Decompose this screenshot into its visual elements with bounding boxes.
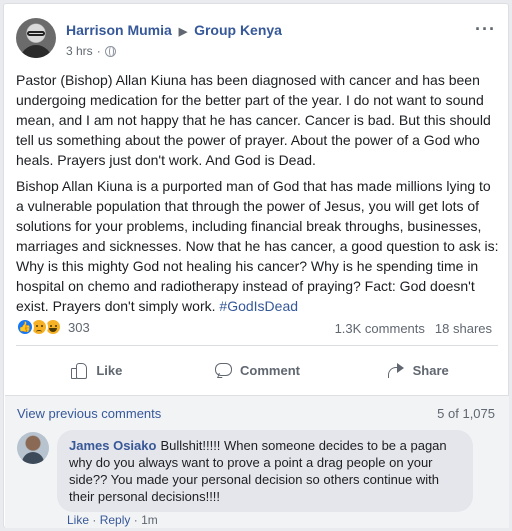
comment-icon bbox=[214, 361, 233, 379]
commenter-avatar[interactable] bbox=[17, 432, 49, 464]
comments-section: View previous comments 5 of 1,075 James … bbox=[5, 395, 509, 528]
comment-label: Comment bbox=[240, 362, 300, 378]
like-icon bbox=[70, 361, 88, 379]
more-icon[interactable]: ··· bbox=[475, 20, 496, 38]
post-header: Harrison Mumia ▶ Group Kenya 3 hrs · ··· bbox=[16, 16, 498, 64]
view-previous-comments-link[interactable]: View previous comments bbox=[17, 406, 161, 421]
comments-count[interactable]: 1.3K comments bbox=[335, 321, 425, 336]
share-icon bbox=[387, 361, 405, 379]
post-paragraph: Pastor (Bishop) Allan Kiuna has been dia… bbox=[16, 72, 491, 168]
comment-button[interactable]: Comment bbox=[177, 352, 338, 388]
comment-like-link[interactable]: Like bbox=[67, 513, 89, 527]
commenter-name[interactable]: James Osiako bbox=[69, 438, 156, 453]
divider bbox=[16, 345, 498, 346]
like-label: Like bbox=[96, 362, 123, 378]
post-stats: 1.3K comments 18 shares bbox=[335, 321, 492, 336]
share-label: Share bbox=[412, 362, 449, 378]
post-meta: 3 hrs · bbox=[66, 44, 116, 58]
comment-reply-link[interactable]: Reply bbox=[100, 513, 131, 527]
caret-right-icon: ▶ bbox=[178, 26, 188, 38]
action-bar: Like Comment Share bbox=[16, 352, 498, 388]
like-reaction-icon: 👍 bbox=[16, 318, 34, 336]
globe-icon bbox=[104, 45, 116, 57]
post-title: Harrison Mumia ▶ Group Kenya bbox=[66, 22, 282, 38]
comment-actions: Like · Reply · 1m bbox=[67, 513, 158, 527]
comment-bubble: James Osiako Bullshit!!!!! When someone d… bbox=[57, 430, 473, 512]
post-time[interactable]: 3 hrs bbox=[66, 44, 93, 58]
post-card: Harrison Mumia ▶ Group Kenya 3 hrs · ···… bbox=[3, 3, 509, 528]
author-avatar[interactable] bbox=[16, 18, 56, 58]
author-name[interactable]: Harrison Mumia bbox=[66, 22, 172, 38]
post-paragraph: Bishop Allan Kiuna is a purported man of… bbox=[16, 178, 499, 314]
comment-time[interactable]: 1m bbox=[141, 513, 158, 527]
post-body: Pastor (Bishop) Allan Kiuna has been dia… bbox=[16, 70, 500, 322]
like-button[interactable]: Like bbox=[16, 352, 177, 388]
comments-position: 5 of 1,075 bbox=[437, 406, 495, 421]
shares-count[interactable]: 18 shares bbox=[435, 321, 492, 336]
reactions-summary[interactable]: 👍 303 bbox=[16, 318, 90, 336]
hashtag-link[interactable]: #GodIsDead bbox=[219, 298, 298, 314]
reaction-count[interactable]: 303 bbox=[68, 320, 90, 335]
group-name[interactable]: Group Kenya bbox=[194, 22, 282, 38]
share-button[interactable]: Share bbox=[337, 352, 498, 388]
